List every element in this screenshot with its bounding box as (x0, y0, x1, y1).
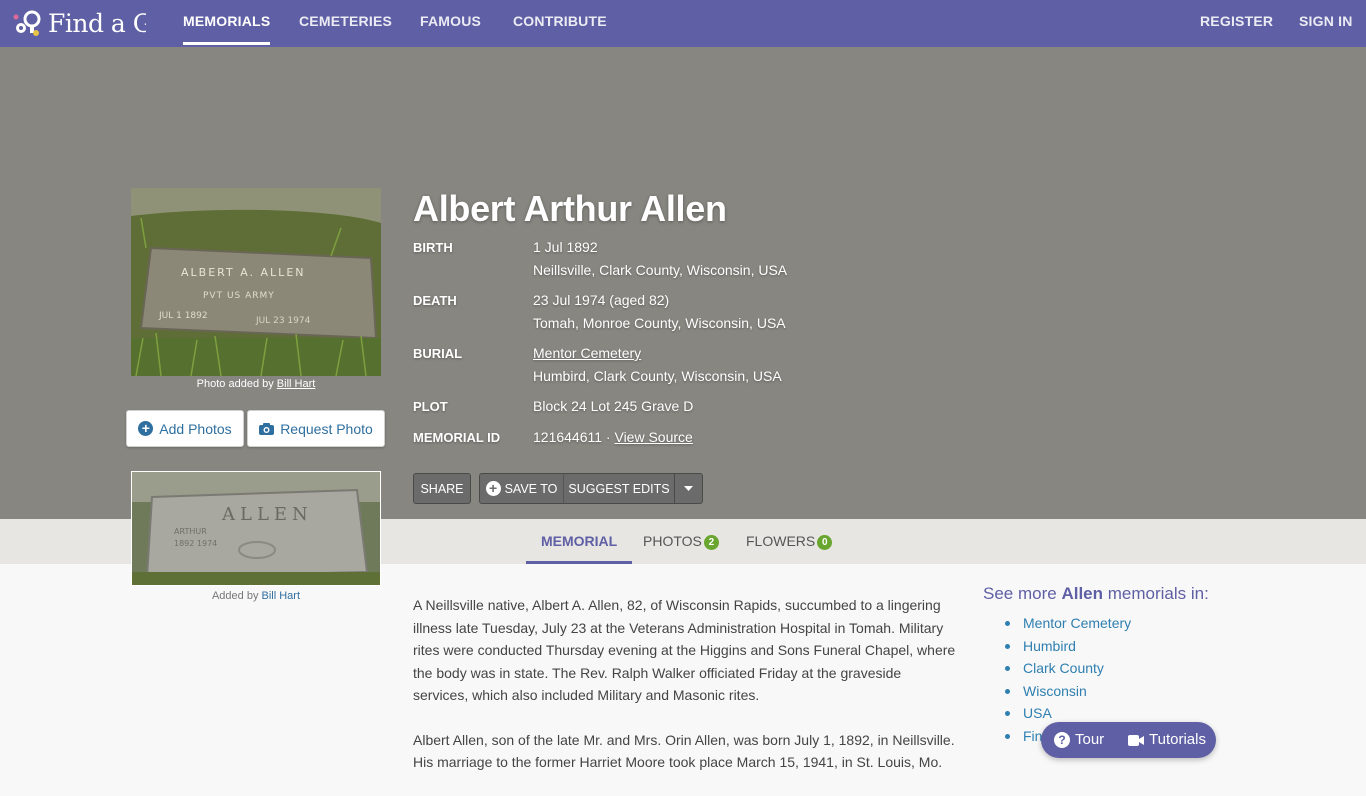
stone-inscription-1: ALBERT A. ALLEN (181, 266, 306, 279)
tab-flowers-label: FLOWERS (746, 533, 816, 549)
flowers-count-badge: 0 (817, 535, 833, 550)
headstone-caption: Added by Bill Hart (131, 590, 381, 602)
tab-memorial[interactable]: MEMORIAL (526, 519, 633, 564)
memorial-id-label: MEMORIAL ID (413, 430, 501, 445)
gravestone-photo-image: ALBERT A. ALLEN PVT US ARMY JUL 1 1892 J… (131, 188, 381, 376)
burial-place: Humbird, Clark County, Wisconsin, USA (533, 368, 782, 384)
photo-caption-prefix: Photo added by (196, 378, 277, 390)
request-photo-label: Request Photo (280, 420, 373, 437)
plot-value: Block 24 Lot 245 Grave D (533, 398, 694, 414)
burial-label: BURIAL (413, 346, 463, 361)
headstone-inscription-2: ARTHUR (174, 527, 207, 536)
see-more-prefix: See more (983, 584, 1062, 603)
stone-inscription-2: PVT US ARMY (203, 291, 275, 301)
plot-label: PLOT (413, 399, 448, 414)
bio-paragraph: A Neillsville native, Albert A. Allen, 8… (413, 597, 956, 703)
caret-down-icon (684, 486, 693, 491)
memorial-name: Albert Arthur Allen (413, 188, 727, 229)
death-label: DEATH (413, 293, 457, 308)
tab-memorial-label: MEMORIAL (541, 533, 618, 549)
plus-circle-icon: + (138, 421, 154, 436)
death-date: 23 Jul 1974 (aged 82) (533, 292, 670, 308)
stone-inscription-4: JUL 23 1974 (255, 316, 311, 326)
see-more-item[interactable]: Clark County (1005, 657, 1131, 680)
camera-icon (259, 422, 275, 435)
tour-label: Tour (1075, 731, 1105, 748)
tutorials-label: Tutorials (1149, 731, 1206, 748)
memorial-id-value: 121644611 · (533, 429, 615, 445)
bio-paragraph: Albert Allen, son of the late Mr. and Mr… (413, 731, 955, 771)
photos-count-badge: 2 (703, 535, 719, 550)
logo[interactable]: Find a Grave (12, 6, 146, 40)
save-to-label: SAVE TO (504, 481, 558, 496)
nav-cemeteries[interactable]: CEMETERIES (299, 0, 392, 47)
suggest-edits-label: SUGGEST EDITS (568, 481, 670, 496)
headstone-caption-prefix: Added by (211, 590, 262, 602)
more-actions-dropdown[interactable] (674, 473, 703, 504)
share-label: SHARE (420, 481, 464, 496)
register-link[interactable]: REGISTER (1200, 0, 1273, 47)
nav-contribute[interactable]: CONTRIBUTE (513, 0, 607, 47)
see-more-surname: Allen (1061, 584, 1103, 603)
share-button[interactable]: SHARE (413, 473, 471, 504)
add-photos-button[interactable]: + Add Photos (126, 410, 244, 447)
request-photo-button[interactable]: Request Photo (247, 410, 385, 447)
gravestone-photo[interactable]: ALBERT A. ALLEN PVT US ARMY JUL 1 1892 J… (131, 188, 381, 376)
add-photos-label: Add Photos (159, 420, 232, 437)
birth-place: Neillsville, Clark County, Wisconsin, US… (533, 262, 788, 278)
logo-text: Find a Grave (48, 8, 146, 38)
headstone-photo-image: ALLEN ARTHUR 1892 1974 (132, 472, 380, 585)
video-camera-icon (1128, 734, 1144, 746)
sign-in-link[interactable]: SIGN IN (1299, 0, 1353, 47)
tour-button[interactable]: ? Tour (1054, 722, 1104, 758)
birth-date: 1 Jul 1892 (533, 239, 598, 255)
suggest-edits-button[interactable]: SUGGEST EDITS (563, 473, 675, 504)
question-circle-icon: ? (1054, 732, 1070, 748)
biography: A Neillsville native, Albert A. Allen, 8… (413, 594, 958, 796)
death-place: Tomah, Monroe County, Wisconsin, USA (533, 315, 786, 331)
help-widget: ? Tour Tutorials (1041, 722, 1216, 758)
plus-circle-icon: + (485, 481, 501, 496)
tab-photos-label: PHOTOS (643, 533, 702, 549)
view-source-link[interactable]: View Source (614, 429, 692, 445)
nav-memorials[interactable]: MEMORIALS (183, 0, 271, 47)
see-more-item[interactable]: Humbird (1005, 635, 1131, 658)
headstone-author-link[interactable]: Bill Hart (262, 590, 301, 602)
nav-famous[interactable]: FAMOUS (420, 0, 481, 47)
headstone-inscription-3: 1892 1974 (174, 539, 217, 548)
stone-inscription-3: JUL 1 1892 (158, 311, 208, 321)
headstone-inscription-1: ALLEN (221, 504, 313, 525)
see-more-item[interactable]: Wisconsin (1005, 680, 1131, 703)
headstone-photo[interactable]: ALLEN ARTHUR 1892 1974 (131, 471, 381, 586)
flower-logo-icon (13, 10, 41, 36)
tab-photos[interactable]: PHOTOS 2 (643, 519, 719, 564)
save-to-button[interactable]: + SAVE TO (479, 473, 564, 504)
see-more-item[interactable]: Mentor Cemetery (1005, 612, 1131, 635)
top-nav: Find a Grave MEMORIALS CEMETERIES FAMOUS… (0, 0, 1366, 47)
photo-author-link[interactable]: Bill Hart (277, 378, 316, 390)
tab-flowers[interactable]: FLOWERS 0 (746, 519, 833, 564)
see-more-suffix: memorials in: (1103, 584, 1209, 603)
birth-label: BIRTH (413, 240, 453, 255)
photo-caption: Photo added by Bill Hart (131, 378, 381, 390)
see-more-heading: See more Allen memorials in: (983, 584, 1209, 604)
tutorials-button[interactable]: Tutorials (1128, 722, 1206, 758)
burial-cemetery-link[interactable]: Mentor Cemetery (533, 345, 641, 361)
